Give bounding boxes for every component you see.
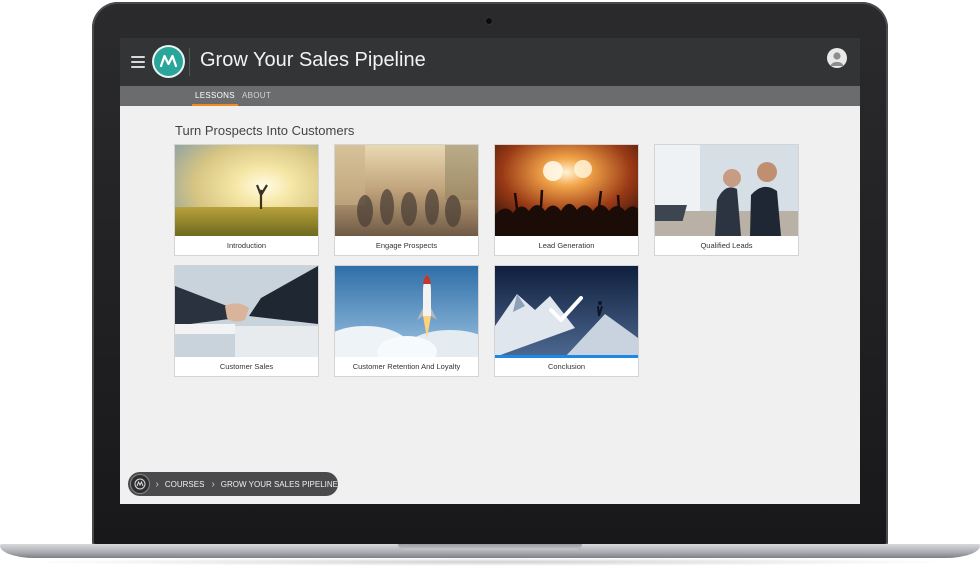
business-meeting-image	[655, 145, 798, 236]
breadcrumb: › COURSES › GROW YOUR SALES PIPELINE	[128, 472, 338, 496]
crowd-street-image	[335, 145, 478, 236]
lesson-title: Qualified Leads	[700, 241, 753, 250]
tab-bar: LESSONS ABOUT	[120, 86, 860, 106]
lesson-card-qualified-leads[interactable]: Qualified Leads	[655, 145, 798, 255]
chevron-right-icon: ›	[211, 478, 215, 490]
laptop-hinge-notch	[398, 544, 582, 550]
lesson-card-introduction[interactable]: Introduction	[175, 145, 318, 255]
laptop-shadow	[20, 558, 960, 566]
sunrise-field-image	[175, 145, 318, 236]
lesson-card-customer-retention[interactable]: Customer Retention And Loyalty	[335, 266, 478, 376]
tab-lessons[interactable]: LESSONS	[192, 86, 238, 106]
webcam	[486, 18, 492, 24]
page-title: Grow Your Sales Pipeline	[200, 49, 426, 71]
app-screen: Grow Your Sales Pipeline LESSONS ABOUT T…	[120, 38, 860, 504]
mountain-summit-image	[495, 266, 638, 357]
section-title: Turn Prospects Into Customers	[175, 123, 355, 138]
lesson-card-lead-generation[interactable]: Lead Generation	[495, 145, 638, 255]
breadcrumb-current-course[interactable]: GROW YOUR SALES PIPELINE	[221, 480, 338, 489]
lesson-card-engage-prospects[interactable]: Engage Prospects	[335, 145, 478, 255]
app-header: Grow Your Sales Pipeline	[120, 38, 860, 86]
lesson-title: Engage Prospects	[375, 241, 438, 250]
lesson-card-customer-sales[interactable]: Customer Sales	[175, 266, 318, 376]
lesson-card-conclusion[interactable]: Conclusion	[495, 266, 638, 376]
rocket-launch-image	[335, 266, 478, 357]
concert-crowd-image	[495, 145, 638, 236]
handshake-image	[175, 266, 318, 357]
chevron-right-icon: ›	[155, 478, 159, 490]
lesson-title: Customer Sales	[219, 362, 274, 371]
header-divider	[189, 48, 190, 76]
lesson-title: Conclusion	[547, 362, 586, 371]
tab-about[interactable]: ABOUT	[242, 86, 271, 106]
lesson-title: Introduction	[226, 241, 267, 250]
logo-home-icon[interactable]	[131, 475, 149, 493]
lesson-title: Customer Retention And Loyalty	[352, 362, 461, 371]
breadcrumb-courses[interactable]: COURSES	[165, 480, 205, 489]
hamburger-icon[interactable]	[131, 56, 145, 68]
lesson-title: Lead Generation	[538, 241, 595, 250]
app-logo[interactable]	[154, 47, 183, 76]
user-avatar-icon[interactable]	[827, 48, 847, 68]
